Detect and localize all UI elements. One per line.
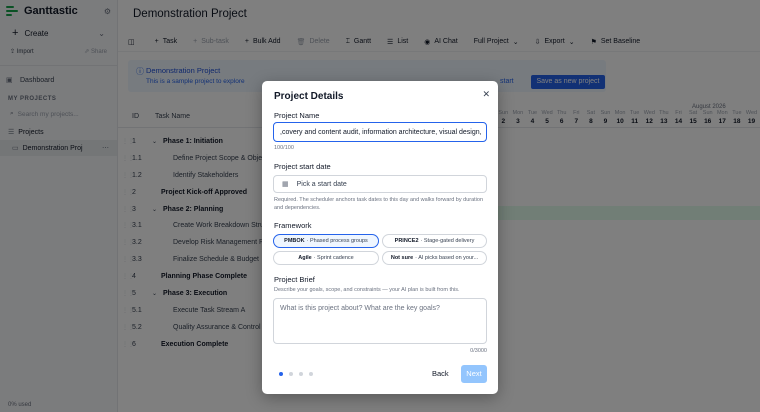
modal-title: Project Details [274,91,344,102]
step-dot [279,372,283,376]
framework-desc: · Stage-gated delivery [420,238,475,244]
framework-name: PMBOK [284,238,305,244]
project-name-input[interactable]: ,covery and content audit, information a… [273,122,487,142]
framework-name: Not sure [390,255,414,261]
framework-desc: · Phased process groups [306,238,368,244]
step-dot [299,372,303,376]
framework-option-pmbok[interactable]: PMBOK · Phased process groups [273,234,379,248]
framework-option-not-sure[interactable]: Not sure · AI picks based on your... [382,251,487,265]
project-name-label: Project Name [274,111,320,120]
step-dot [309,372,313,376]
step-indicator [279,372,319,376]
framework-option-agile[interactable]: Agile · Sprint cadence [273,251,379,265]
start-date-help: Required. The scheduler anchors task dat… [274,197,484,211]
project-brief-label: Project Brief [274,275,315,284]
project-name-count: 100/100 [274,145,294,151]
framework-desc: · Sprint cadence [313,255,354,261]
step-dot [289,372,293,376]
framework-option-prince2[interactable]: PRINCE2 · Stage-gated delivery [382,234,487,248]
project-brief-textarea[interactable]: What is this project about? What are the… [273,298,487,344]
framework-desc: · AI picks based on your... [415,255,479,261]
start-date-placeholder: Pick a start date [296,180,347,188]
project-brief-help: Describe your goals, scope, and constrai… [274,287,460,293]
framework-label: Framework [274,221,312,230]
calendar-icon: ▦ [282,181,289,188]
close-icon[interactable]: ✕ [482,89,490,100]
project-details-modal: Project Details ✕ Project Name ,covery a… [262,81,498,394]
back-button[interactable]: Back [432,369,449,378]
framework-name: Agile [298,255,312,261]
framework-name: PRINCE2 [394,238,419,244]
start-date-picker[interactable]: ▦ Pick a start date [273,175,487,193]
start-date-label: Project start date [274,162,331,171]
project-brief-count: 0/3000 [470,348,487,354]
next-button[interactable]: Next [461,365,487,383]
